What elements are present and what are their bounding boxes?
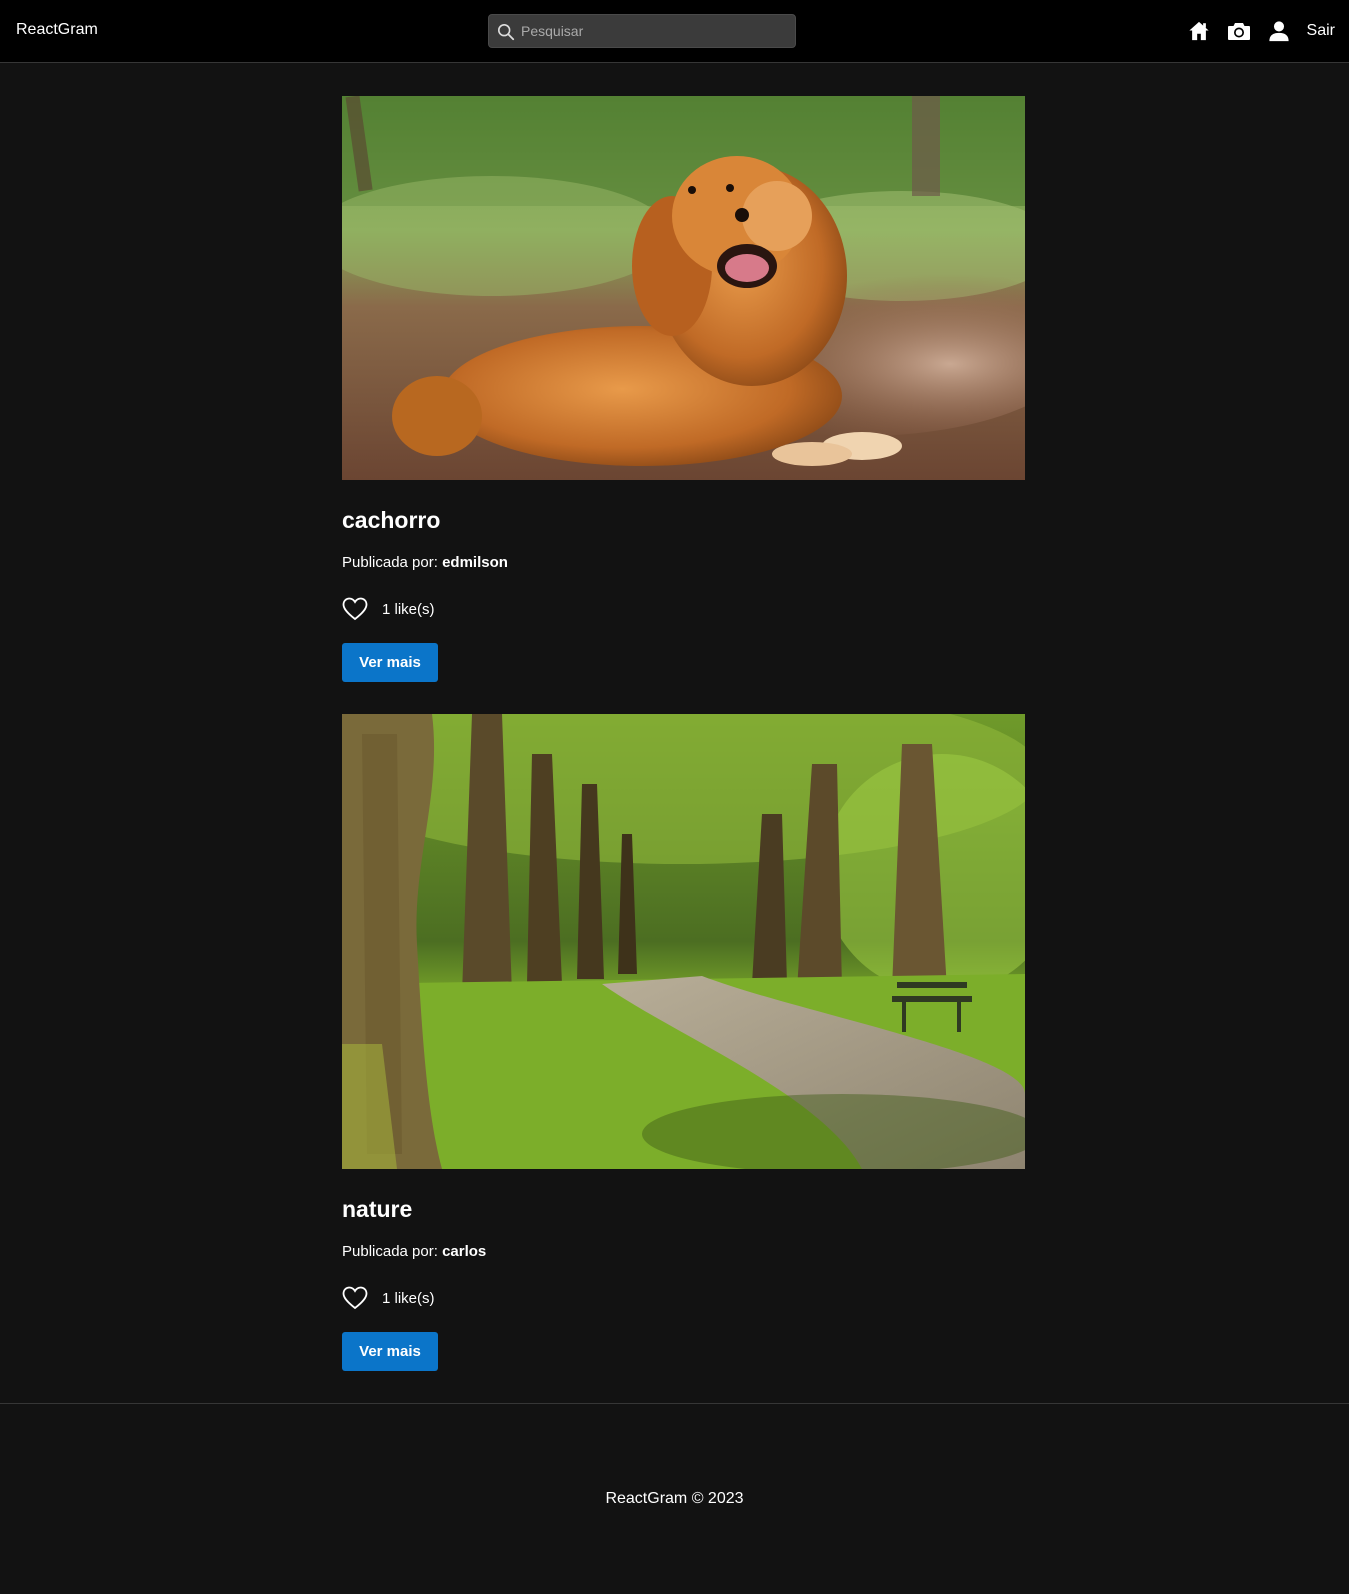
footer-text: ReactGram © 2023 (605, 1490, 744, 1507)
likes-count: 1 like(s) (382, 1289, 435, 1307)
navbar: ReactGram Sair (0, 0, 1349, 63)
footer: ReactGram © 2023 (0, 1403, 1349, 1594)
user-icon[interactable] (1267, 19, 1291, 43)
author-prefix: Publicada por: (342, 554, 438, 571)
post-title: nature (342, 1196, 413, 1222)
heart-icon[interactable] (342, 597, 368, 621)
post-photo-dog (342, 96, 1025, 480)
ver-mais-button[interactable]: Ver mais (342, 643, 438, 682)
author-name[interactable]: edmilson (442, 554, 508, 571)
likes-count: 1 like(s) (382, 600, 435, 618)
likes-row: 1 like(s) (342, 596, 1025, 622)
ver-mais-button[interactable]: Ver mais (342, 1332, 438, 1371)
author-prefix: Publicada por: (342, 1243, 438, 1260)
post-author: Publicada por: carlos (342, 1243, 1025, 1260)
brand-logo[interactable]: ReactGram (16, 21, 98, 39)
logout-link[interactable]: Sair (1307, 22, 1335, 40)
author-name[interactable]: carlos (442, 1243, 486, 1260)
search-input[interactable] (521, 15, 791, 47)
home-icon[interactable] (1187, 19, 1211, 43)
heart-icon[interactable] (342, 1286, 368, 1310)
camera-icon[interactable] (1227, 19, 1251, 43)
nav-links: Sair (1187, 18, 1335, 44)
post-title: cachorro (342, 507, 441, 533)
post-author: Publicada por: edmilson (342, 554, 1025, 571)
likes-row: 1 like(s) (342, 1285, 1025, 1311)
search-box[interactable] (488, 14, 796, 48)
post-card: nature Publicada por: carlos 1 like(s) V… (342, 714, 1025, 1371)
search-icon (497, 23, 515, 41)
post-card: cachorro Publicada por: edmilson 1 like(… (342, 96, 1025, 682)
post-photo-nature (342, 714, 1025, 1169)
